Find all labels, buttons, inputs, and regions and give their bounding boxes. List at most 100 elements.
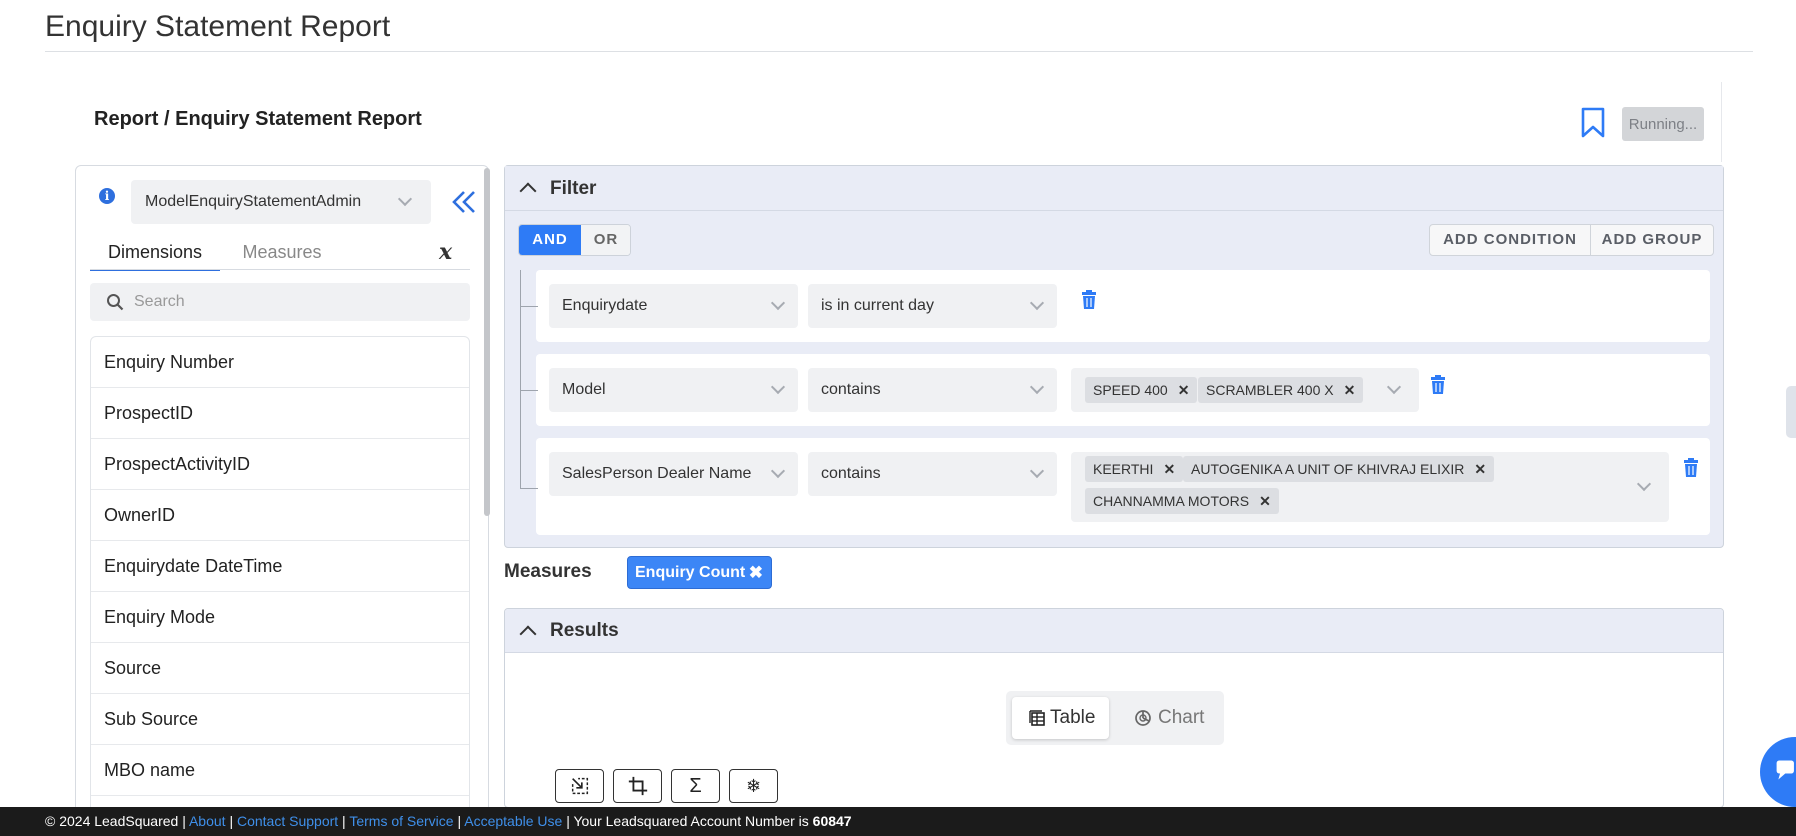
chevron-down-icon <box>770 463 786 479</box>
tabs-divider <box>90 269 470 270</box>
operator-value: contains <box>821 381 881 398</box>
operator-select[interactable]: contains <box>808 452 1057 496</box>
remove-measure-icon[interactable]: ✖ <box>749 557 763 588</box>
side-panel-tab[interactable] <box>1786 386 1796 438</box>
view-toggle: Table Chart <box>1006 691 1224 745</box>
crop-button[interactable] <box>613 769 662 803</box>
measure-chip: Enquiry Count ✖ <box>627 556 772 589</box>
dimension-item[interactable]: OwnerID <box>91 490 469 541</box>
table-view-label: Table <box>1050 707 1096 728</box>
tab-dimensions[interactable]: Dimensions <box>90 236 220 271</box>
run-report-button[interactable]: Running... <box>1622 107 1704 141</box>
chevron-down-icon <box>1636 476 1652 492</box>
crop-icon <box>628 776 647 796</box>
field-select[interactable]: Model <box>549 368 798 412</box>
filter-header[interactable]: Filter <box>505 166 1723 211</box>
delete-condition-icon[interactable] <box>1683 458 1699 478</box>
dimension-item[interactable]: Source <box>91 643 469 694</box>
clear-formula-icon[interactable]: x <box>439 239 452 265</box>
chevron-down-icon <box>1386 379 1402 395</box>
value-multiselect[interactable]: SPEED 400 ✕ SCRAMBLER 400 X ✕ <box>1071 368 1419 412</box>
field-select[interactable]: Enquirydate <box>549 284 798 328</box>
remove-tag-icon[interactable]: ✕ <box>1474 461 1486 477</box>
field-value: SalesPerson Dealer Name <box>562 465 752 482</box>
value-tag-label: AUTOGENIKA A UNIT OF KHIVRAJ ELIXIR <box>1191 461 1465 477</box>
chart-view-label: Chart <box>1158 707 1205 728</box>
footer-link-about[interactable]: About <box>189 813 226 829</box>
delete-condition-icon[interactable] <box>1430 375 1446 395</box>
value-tag: KEERTHI ✕ <box>1085 456 1184 482</box>
footer-account-number: 60847 <box>812 813 852 829</box>
operator-value: is in current day <box>821 297 934 314</box>
table-view-button[interactable]: Table <box>1012 697 1109 739</box>
data-model-select[interactable]: ModelEnquiryStatementAdmin <box>131 180 431 224</box>
measure-chip-label: Enquiry Count <box>635 564 746 581</box>
chat-widget-button[interactable] <box>1760 737 1796 807</box>
operator-select[interactable]: contains <box>808 368 1057 412</box>
info-icon[interactable]: i <box>99 188 115 204</box>
title-divider <box>45 51 1753 52</box>
chevron-down-icon <box>1029 463 1045 479</box>
filter-panel: Filter AND OR ADD CONDITION ADD GROUP En… <box>504 165 1724 548</box>
remove-tag-icon[interactable]: ✕ <box>1259 493 1271 509</box>
dimension-list: Enquiry Number ProspectID ProspectActivi… <box>90 336 470 824</box>
drilldown-button[interactable] <box>555 769 604 803</box>
footer-copyright: © 2024 LeadSquared | <box>45 813 186 829</box>
chevron-down-icon <box>397 191 413 207</box>
results-panel: Results Table Chart Σ ❄ <box>504 608 1724 808</box>
collapse-panel-icon[interactable] <box>449 187 479 217</box>
condition-tree-line <box>520 270 521 488</box>
freeze-button[interactable]: ❄ <box>729 769 778 803</box>
remove-tag-icon[interactable]: ✕ <box>1344 382 1356 398</box>
snowflake-icon: ❄ <box>745 776 762 796</box>
chevron-up-icon <box>519 182 537 200</box>
dimension-item[interactable]: MBO name <box>91 745 469 796</box>
chart-view-button[interactable]: Chart <box>1118 697 1218 739</box>
filter-condition: SalesPerson Dealer Name contains KEERTHI… <box>520 438 1710 535</box>
page-footer: © 2024 LeadSquared | About | Contact Sup… <box>0 807 1796 836</box>
field-value: Model <box>562 381 606 398</box>
and-button[interactable]: AND <box>519 225 581 255</box>
drilldown-icon <box>571 777 588 795</box>
add-group-button[interactable]: ADD GROUP <box>1591 225 1713 255</box>
measures-label: Measures <box>504 561 592 582</box>
chevron-down-icon <box>770 295 786 311</box>
table-icon <box>1029 710 1045 726</box>
tab-measures[interactable]: Measures <box>232 236 332 271</box>
sum-button[interactable]: Σ <box>671 769 720 803</box>
data-model-value: ModelEnquiryStatementAdmin <box>145 193 362 210</box>
value-multiselect[interactable]: KEERTHI ✕ AUTOGENIKA A UNIT OF KHIVRAJ EL… <box>1071 452 1669 522</box>
dimension-item[interactable]: Sub Source <box>91 694 469 745</box>
or-button[interactable]: OR <box>581 225 630 255</box>
search-input[interactable] <box>134 283 454 321</box>
value-tag: AUTOGENIKA A UNIT OF KHIVRAJ ELIXIR ✕ <box>1183 456 1495 482</box>
results-title: Results <box>550 620 619 641</box>
dimension-item[interactable]: Enquiry Number <box>91 337 469 388</box>
dimension-item[interactable]: ProspectID <box>91 388 469 439</box>
dimension-item[interactable]: Enquiry Mode <box>91 592 469 643</box>
dimension-item[interactable]: ProspectActivityID <box>91 439 469 490</box>
value-tag-label: SPEED 400 <box>1093 382 1168 398</box>
delete-condition-icon[interactable] <box>1081 290 1097 310</box>
field-select[interactable]: SalesPerson Dealer Name <box>549 452 798 496</box>
footer-link-acceptable-use[interactable]: Acceptable Use <box>464 813 562 829</box>
results-header[interactable]: Results <box>505 609 1723 653</box>
remove-tag-icon[interactable]: ✕ <box>1178 382 1190 398</box>
remove-tag-icon[interactable]: ✕ <box>1163 461 1175 477</box>
bookmark-icon[interactable] <box>1580 107 1606 139</box>
value-tag-label: KEERTHI <box>1093 461 1154 477</box>
breadcrumb: Report / Enquiry Statement Report <box>94 108 422 130</box>
value-tag: CHANNAMMA MOTORS ✕ <box>1085 488 1279 514</box>
search-box <box>90 283 470 321</box>
panel-scrollbar[interactable] <box>484 168 490 516</box>
value-tag-label: SCRAMBLER 400 X <box>1206 382 1334 398</box>
footer-account-text: | Your Leadsquared Account Number is <box>566 813 809 829</box>
footer-link-contact-support[interactable]: Contact Support <box>237 813 338 829</box>
footer-link-terms[interactable]: Terms of Service <box>349 813 453 829</box>
operator-select[interactable]: is in current day <box>808 284 1057 328</box>
value-tag: SCRAMBLER 400 X ✕ <box>1198 377 1364 403</box>
chevron-down-icon <box>1029 295 1045 311</box>
dimension-item[interactable]: Enquirydate DateTime <box>91 541 469 592</box>
filter-condition: Enquirydate is in current day <box>520 270 1710 342</box>
add-condition-button[interactable]: ADD CONDITION <box>1430 225 1591 255</box>
